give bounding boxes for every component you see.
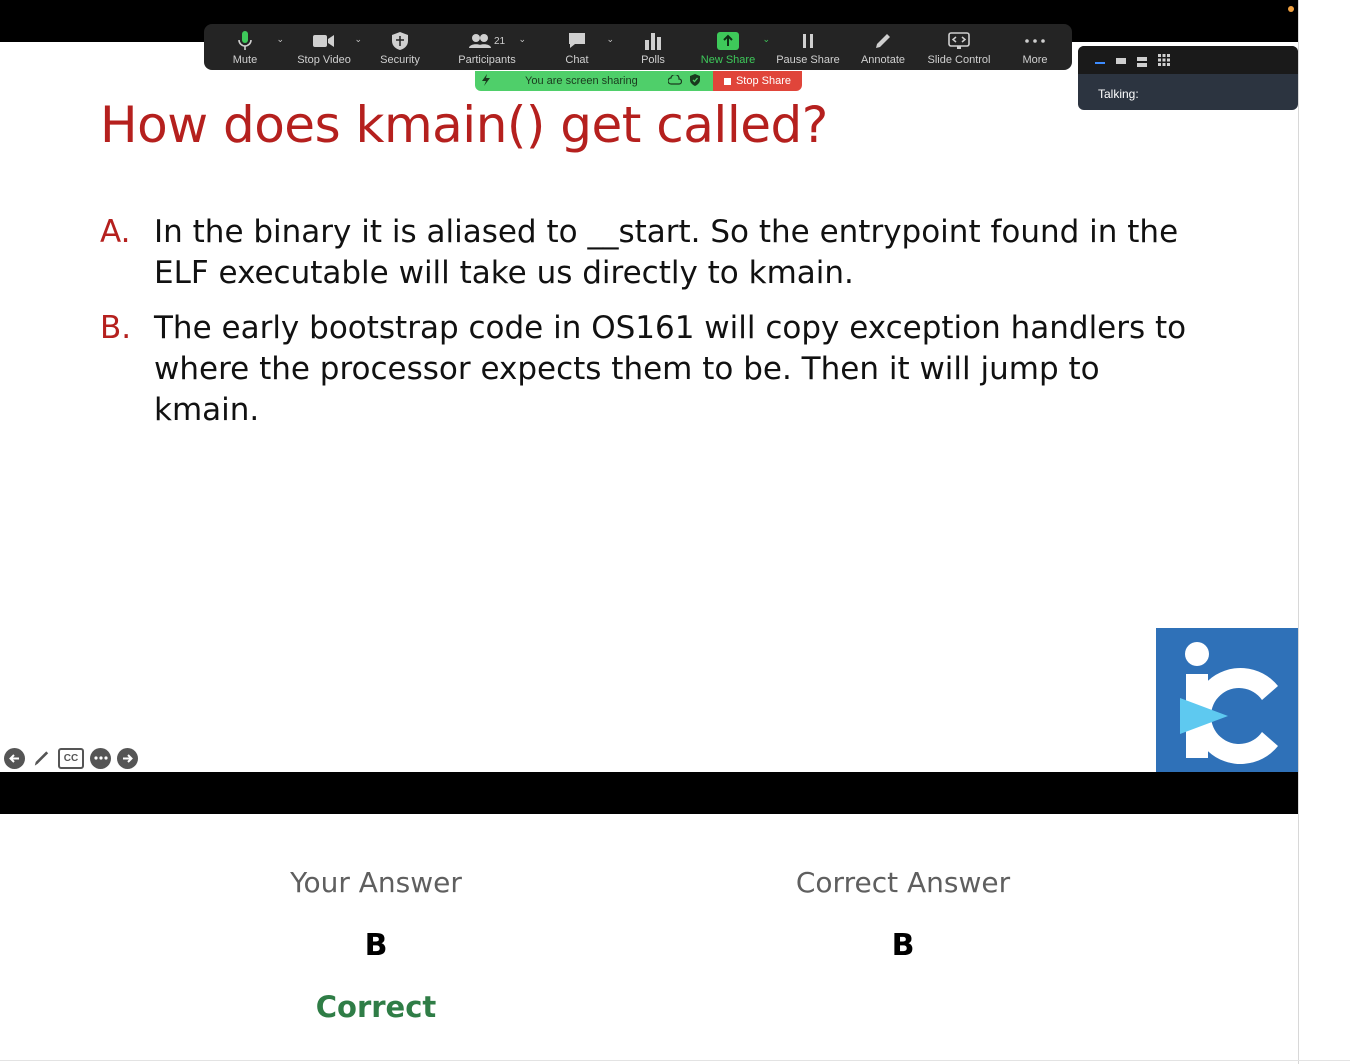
pen-icon[interactable] [31,748,52,769]
slide-control-icon [948,29,970,53]
microphone-icon [237,29,253,53]
page-bottom-divider [0,1060,1350,1061]
your-answer-heading: Your Answer [290,866,462,899]
video-camera-icon [313,29,335,53]
security-button[interactable]: Security [362,24,438,70]
chat-bubble-icon [567,29,587,53]
cloud-icon [667,73,682,88]
new-share-button[interactable]: New Share ⌄ [688,24,770,70]
gallery-view-icon[interactable] [1158,53,1170,66]
page-divider [1298,0,1299,1064]
pencil-icon [874,29,892,53]
participants-count: 21 [493,35,506,47]
option-a-letter: A. [100,214,131,250]
answer-status: Correct [315,990,437,1024]
slide-control-button[interactable]: Slide Control [918,24,1000,70]
lightning-icon [481,73,495,89]
annotate-label: Annotate [860,54,906,66]
recording-indicator-icon [1288,6,1294,12]
speaker-view-icon[interactable] [1116,58,1126,64]
option-a: A. In the binary it is aliased to __star… [100,212,1210,294]
screen-sharing-banner: You are screen sharing [475,71,713,91]
chevron-down-icon[interactable]: ⌄ [606,34,614,45]
polls-label: Polls [641,54,665,66]
stop-video-label: Stop Video [297,54,351,66]
view-switcher [1078,46,1298,74]
stop-video-button[interactable]: Stop Video ⌄ [286,24,362,70]
ic-logo [1156,628,1298,772]
polls-button[interactable]: Polls [618,24,688,70]
stop-square-icon [723,77,731,85]
share-arrow-icon [717,29,739,53]
next-slide-icon[interactable] [117,747,138,769]
participants-icon: 21 [468,29,506,53]
correct-answer-value: B [891,928,915,963]
your-answer-value: B [364,928,388,963]
talking-label: Talking: [1098,87,1139,101]
pause-icon [801,29,815,53]
shield-icon [391,29,409,53]
previous-slide-icon[interactable] [4,747,25,769]
slide-bottom-letterbox [0,772,1298,814]
chat-label: Chat [565,54,589,66]
pause-share-label: Pause Share [776,54,840,66]
stop-share-button[interactable]: Stop Share [713,71,802,91]
correct-answer-heading: Correct Answer [795,866,1011,899]
more-dots-icon [1025,29,1045,53]
mute-label: Mute [232,54,258,66]
more-label: More [1022,54,1048,66]
stacked-view-icon[interactable] [1137,54,1147,67]
meeting-toolbar: Mute ⌄ Stop Video ⌄ Security 21 Particip… [204,24,1072,70]
chevron-down-icon[interactable]: ⌄ [276,34,284,45]
slide-controls: CC [4,746,138,770]
security-label: Security [380,54,420,66]
chat-button[interactable]: Chat ⌄ [536,24,618,70]
stop-share-label: Stop Share [735,75,792,87]
pause-share-button[interactable]: Pause Share [768,24,848,70]
option-b-letter: B. [100,310,132,346]
slide-control-label: Slide Control [927,54,991,66]
option-b: B. The early bootstrap code in OS161 wil… [100,308,1210,431]
minimize-view-icon[interactable] [1095,62,1105,64]
option-a-text: In the binary it is aliased to __start. … [154,214,1179,291]
new-share-label: New Share [700,54,756,66]
chevron-down-icon[interactable]: ⌄ [354,34,362,45]
mute-button[interactable]: Mute ⌄ [204,24,286,70]
annotate-button[interactable]: Annotate [848,24,918,70]
screen-sharing-status: You are screen sharing [525,75,638,87]
chevron-down-icon[interactable]: ⌄ [518,34,526,45]
polls-icon [644,29,662,53]
more-button[interactable]: More [1000,24,1070,70]
shield-check-icon [689,73,700,89]
more-options-icon[interactable] [90,747,111,769]
talking-panel: Talking: [1078,46,1298,110]
option-b-text: The early bootstrap code in OS161 will c… [154,310,1187,428]
participants-button[interactable]: 21 Participants ⌄ [438,24,536,70]
slide-title: How does kmain() get called? [100,96,828,154]
closed-captions-icon[interactable]: CC [58,747,84,769]
participants-label: Participants [458,54,516,66]
